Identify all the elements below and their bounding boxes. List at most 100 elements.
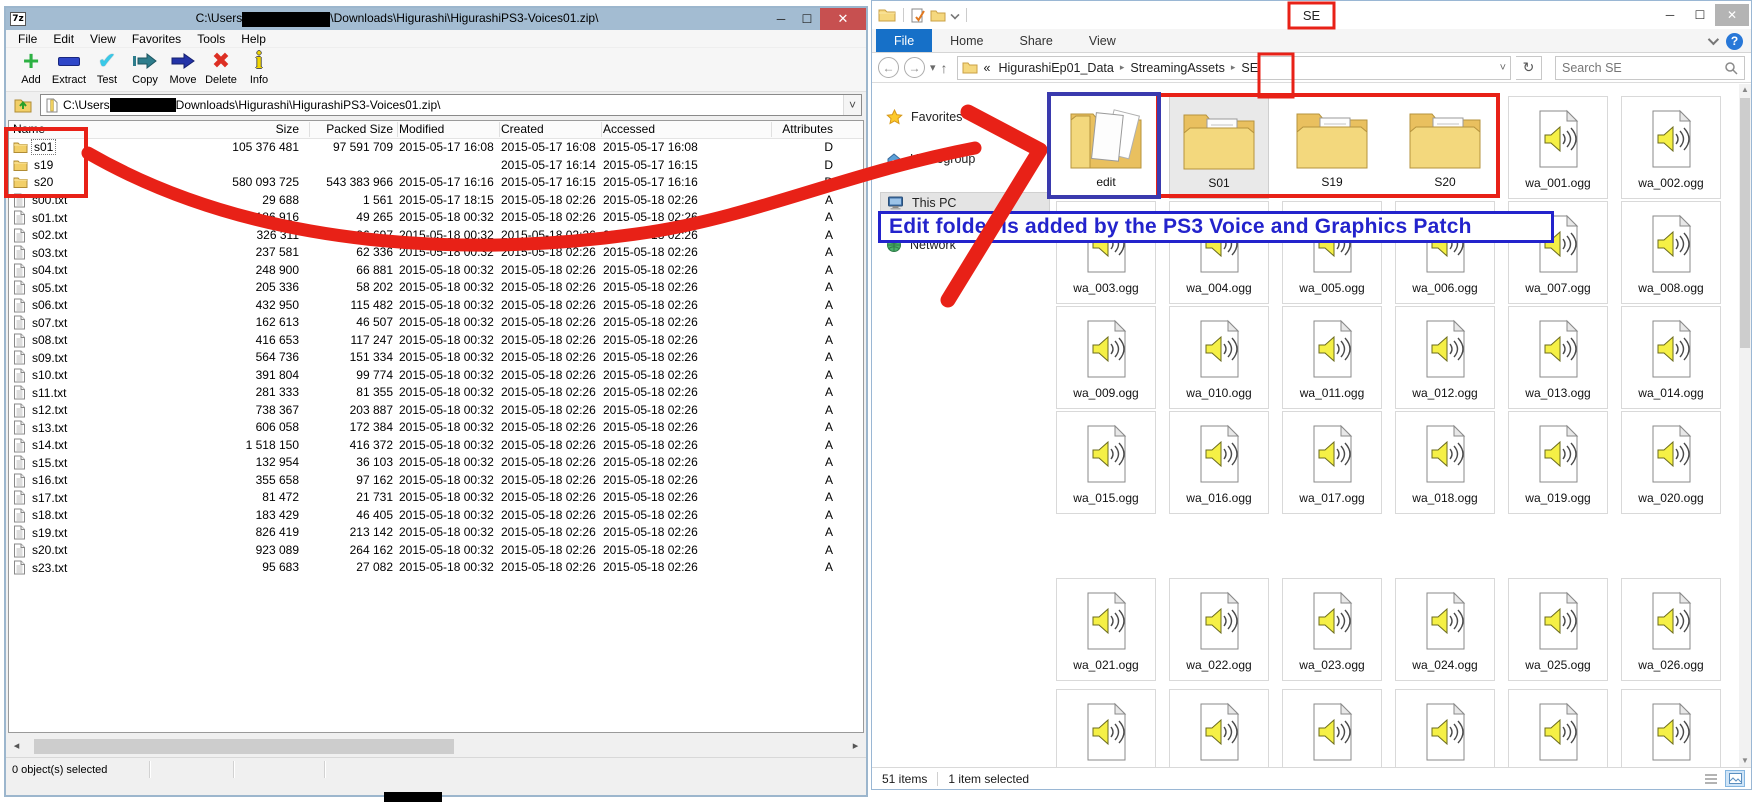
- column-separator[interactable]: [397, 122, 398, 137]
- file-tile-wa_008.ogg[interactable]: wa_008.ogg: [1621, 201, 1721, 304]
- sidebar-item-favorites[interactable]: Favorites: [880, 106, 968, 128]
- column-separator[interactable]: [771, 122, 772, 137]
- maximize-button[interactable]: ☐: [794, 10, 820, 28]
- file-tile-wa_018.ogg[interactable]: wa_018.ogg: [1395, 411, 1495, 514]
- table-row[interactable]: s00.txt29 6881 5612015-05-17 18:152015-0…: [9, 192, 863, 210]
- table-row[interactable]: s02.txt326 31186 6972015-05-18 00:322015…: [9, 227, 863, 245]
- table-row[interactable]: s01.txt186 91649 2652015-05-18 00:322015…: [9, 209, 863, 227]
- table-row[interactable]: s14.txt1 518 150416 3722015-05-18 00:322…: [9, 437, 863, 455]
- close-button[interactable]: ✕: [1715, 4, 1749, 26]
- column-header-modified[interactable]: Modified: [399, 122, 497, 136]
- table-row[interactable]: s04.txt248 90066 8812015-05-18 00:322015…: [9, 262, 863, 280]
- vertical-scrollbar[interactable]: ▲ ▼: [1739, 84, 1751, 767]
- scrollbar-thumb[interactable]: [34, 739, 454, 754]
- horizontal-scrollbar[interactable]: ◂ ▸: [8, 738, 864, 755]
- file-tile-partial[interactable]: [1056, 689, 1156, 767]
- close-button[interactable]: ✕: [820, 8, 866, 30]
- column-separator[interactable]: [309, 122, 310, 137]
- table-row[interactable]: s08.txt416 653117 2472015-05-18 00:32201…: [9, 332, 863, 350]
- tab-view[interactable]: View: [1071, 29, 1134, 52]
- menu-edit[interactable]: Edit: [45, 32, 82, 46]
- new-folder-icon[interactable]: [930, 9, 946, 22]
- properties-icon[interactable]: [911, 8, 925, 23]
- scroll-left-icon[interactable]: ◂: [8, 738, 25, 755]
- menu-file[interactable]: File: [10, 32, 45, 46]
- up-button[interactable]: ↑: [941, 60, 948, 76]
- table-row[interactable]: s20580 093 725543 383 9662015-05-17 16:1…: [9, 174, 863, 192]
- scroll-right-icon[interactable]: ▸: [847, 738, 864, 755]
- file-tile-partial[interactable]: [1508, 689, 1608, 767]
- file-tile-wa_019.ogg[interactable]: wa_019.ogg: [1508, 411, 1608, 514]
- file-tile-wa_014.ogg[interactable]: wa_014.ogg: [1621, 306, 1721, 409]
- scrollbar-thumb[interactable]: [1740, 98, 1750, 348]
- column-header-attributes[interactable]: Attributes: [775, 122, 833, 136]
- maximize-button[interactable]: ☐: [1685, 4, 1715, 26]
- details-view-icon[interactable]: [1701, 770, 1721, 787]
- file-tile-wa_025.ogg[interactable]: wa_025.ogg: [1508, 578, 1608, 681]
- table-row[interactable]: s18.txt183 42946 4052015-05-18 00:322015…: [9, 507, 863, 525]
- file-tile-partial[interactable]: [1169, 689, 1269, 767]
- file-tile-wa_011.ogg[interactable]: wa_011.ogg: [1282, 306, 1382, 409]
- add-button[interactable]: +Add: [12, 48, 50, 86]
- scroll-up-icon[interactable]: ▲: [1739, 84, 1751, 96]
- breadcrumb-item-higurashiep01_data[interactable]: HigurashiEp01_Data: [994, 61, 1117, 75]
- column-separator[interactable]: [601, 122, 602, 137]
- file-tile-wa_013.ogg[interactable]: wa_013.ogg: [1508, 306, 1608, 409]
- file-tile-wa_009.ogg[interactable]: wa_009.ogg: [1056, 306, 1156, 409]
- qat-dropdown-icon[interactable]: [950, 10, 959, 19]
- column-separator[interactable]: [499, 122, 500, 137]
- sidebar-item-homegroup[interactable]: Homegroup: [880, 148, 981, 170]
- breadcrumb-prefix[interactable]: «: [980, 61, 995, 75]
- back-button[interactable]: ←: [878, 57, 899, 78]
- table-row[interactable]: s13.txt606 058172 3842015-05-18 00:32201…: [9, 419, 863, 437]
- menu-view[interactable]: View: [82, 32, 124, 46]
- table-row[interactable]: s03.txt237 58162 3362015-05-18 00:322015…: [9, 244, 863, 262]
- address-dropdown-icon[interactable]: ˅: [843, 95, 861, 115]
- tab-file[interactable]: File: [876, 29, 932, 52]
- table-row[interactable]: s17.txt81 47221 7312015-05-18 00:322015-…: [9, 489, 863, 507]
- file-tile-wa_010.ogg[interactable]: wa_010.ogg: [1169, 306, 1269, 409]
- menu-help[interactable]: Help: [233, 32, 274, 46]
- minimize-button[interactable]: ─: [1655, 4, 1685, 26]
- menu-tools[interactable]: Tools: [189, 32, 233, 46]
- table-row[interactable]: s20.txt923 089264 1622015-05-18 00:32201…: [9, 542, 863, 560]
- breadcrumb-item-se[interactable]: SE: [1237, 61, 1262, 75]
- column-header-size[interactable]: Size: [219, 122, 299, 136]
- file-tile-wa_015.ogg[interactable]: wa_015.ogg: [1056, 411, 1156, 514]
- table-row[interactable]: s11.txt281 33381 3552015-05-18 00:322015…: [9, 384, 863, 402]
- delete-button[interactable]: ✖Delete: [202, 48, 240, 86]
- file-tile-wa_001.ogg[interactable]: wa_001.ogg: [1508, 96, 1608, 199]
- address-combo[interactable]: C:\UsersDownloads\Higurashi\HigurashiPS3…: [40, 94, 862, 116]
- extract-button[interactable]: Extract: [50, 48, 88, 86]
- table-row[interactable]: s12.txt738 367203 8872015-05-18 00:32201…: [9, 402, 863, 420]
- minimize-button[interactable]: ─: [768, 10, 794, 28]
- folder-tile-edit[interactable]: edit: [1056, 96, 1156, 199]
- file-tile-wa_016.ogg[interactable]: wa_016.ogg: [1169, 411, 1269, 514]
- file-tile-wa_024.ogg[interactable]: wa_024.ogg: [1395, 578, 1495, 681]
- file-tile-wa_020.ogg[interactable]: wa_020.ogg: [1621, 411, 1721, 514]
- address-dropdown-icon[interactable]: ˅: [1500, 62, 1506, 74]
- tab-home[interactable]: Home: [932, 29, 1001, 52]
- file-tile-partial[interactable]: [1621, 689, 1721, 767]
- breadcrumb-separator-icon[interactable]: ▸: [1229, 62, 1238, 73]
- table-row[interactable]: s192015-05-17 16:142015-05-17 16:15D: [9, 157, 863, 175]
- help-icon[interactable]: ?: [1726, 33, 1743, 50]
- scroll-down-icon[interactable]: ▼: [1739, 755, 1751, 767]
- folder-tile-S19[interactable]: S19: [1282, 96, 1382, 199]
- tab-share[interactable]: Share: [1002, 29, 1071, 52]
- search-input[interactable]: Search SE: [1555, 56, 1745, 80]
- forward-button[interactable]: →: [904, 57, 925, 78]
- sevenzip-titlebar[interactable]: 7z C:\Users\Downloads\Higurashi\Higurash…: [6, 8, 866, 30]
- table-row[interactable]: s16.txt355 65897 1622015-05-18 00:322015…: [9, 472, 863, 490]
- column-header-accessed[interactable]: Accessed: [603, 122, 701, 136]
- table-row[interactable]: s10.txt391 80499 7742015-05-18 00:322015…: [9, 367, 863, 385]
- table-row[interactable]: s23.txt95 68327 0822015-05-18 00:322015-…: [9, 559, 863, 577]
- explorer-titlebar[interactable]: SE ─ ☐ ✕: [872, 1, 1751, 29]
- breadcrumb-separator-icon[interactable]: ▸: [1118, 62, 1127, 73]
- folder-tile-S01[interactable]: S01: [1169, 96, 1269, 199]
- column-header-name[interactable]: Name: [13, 122, 213, 136]
- history-dropdown-icon[interactable]: ▾: [930, 61, 936, 74]
- test-button[interactable]: ✔Test: [88, 48, 126, 86]
- table-row[interactable]: s05.txt205 33658 2022015-05-18 00:322015…: [9, 279, 863, 297]
- table-row[interactable]: s15.txt132 95436 1032015-05-18 00:322015…: [9, 454, 863, 472]
